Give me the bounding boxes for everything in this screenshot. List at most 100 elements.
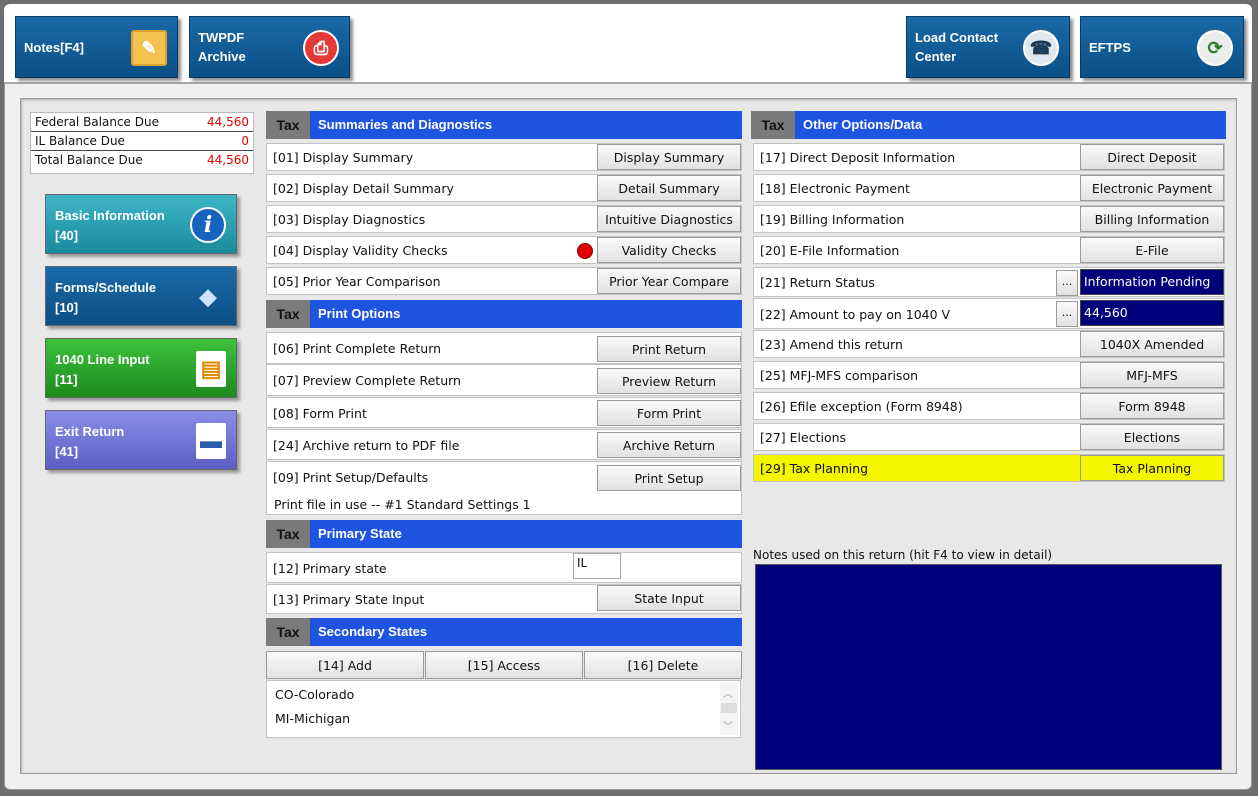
row-label: [19] Billing Information <box>760 212 905 227</box>
prior-year-compare-button[interactable]: Prior Year Compare <box>597 268 741 294</box>
row-label: [05] Prior Year Comparison <box>273 274 441 289</box>
notes-button[interactable]: Notes[F4] ✎ <box>15 16 178 78</box>
load-contact-center-button[interactable]: Load Contact Center ☎ <box>906 16 1070 78</box>
eftps-button[interactable]: EFTPS ⟳ <box>1080 16 1244 78</box>
side-button-label: Exit Return <box>55 424 125 439</box>
balance-value: 44,560 <box>207 115 249 129</box>
row-label: [13] Primary State Input <box>273 592 425 607</box>
side-button-label: Forms/Schedule <box>55 280 157 295</box>
section-title: Secondary States <box>318 624 428 639</box>
print-setup-button[interactable]: Print Setup <box>597 465 741 491</box>
balance-label: Total Balance Due <box>35 153 143 167</box>
balance-value: 44,560 <box>207 153 249 167</box>
side-button-code: [11] <box>55 372 78 387</box>
print-file-status: Print file in use -- #1 Standard Setting… <box>274 497 531 512</box>
1040x-amended-button[interactable]: 1040X Amended <box>1080 331 1224 357</box>
pdf-icon: ⎙ <box>303 30 339 66</box>
summaries-header: Tax Summaries and Diagnostics <box>266 111 742 139</box>
validity-checks-button[interactable]: Validity Checks <box>597 237 741 263</box>
other-row: [18] Electronic Payment Electronic Paymen… <box>753 174 1225 202</box>
tax-tag: Tax <box>266 300 310 328</box>
tax-tag: Tax <box>751 111 795 139</box>
basic-information-button[interactable]: Basic Information [40] i <box>45 194 237 254</box>
intuitive-diagnostics-button[interactable]: Intuitive Diagnostics <box>597 206 741 232</box>
electronic-payment-button[interactable]: Electronic Payment <box>1080 175 1224 201</box>
row-label: [20] E-File Information <box>760 243 900 258</box>
primary-state-field[interactable]: IL <box>573 553 621 579</box>
other-row: [23] Amend this return 1040X Amended <box>753 330 1225 358</box>
amount-to-pay-value: 44,560 <box>1080 300 1224 326</box>
list-item[interactable]: CO-Colorado <box>275 687 354 702</box>
side-button-code: [40] <box>55 228 79 243</box>
other-row: [20] E-File Information E-File <box>753 236 1225 264</box>
row-label: [02] Display Detail Summary <box>273 181 454 196</box>
display-summary-button[interactable]: Display Summary <box>597 144 741 170</box>
delete-state-button[interactable]: [16] Delete <box>584 651 742 679</box>
document-icon: ▤ <box>196 351 226 387</box>
elections-button[interactable]: Elections <box>1080 424 1224 450</box>
other-row: [17] Direct Deposit Information Direct De… <box>753 143 1225 171</box>
summary-row: [05] Prior Year Comparison Prior Year Com… <box>266 267 742 295</box>
access-state-button[interactable]: [15] Access <box>425 651 583 679</box>
secondary-states-list[interactable]: CO-Colorado MI-Michigan ︿ ﹀ <box>266 680 741 738</box>
mfj-mfs-button[interactable]: MFJ-MFS <box>1080 362 1224 388</box>
notes-button-label: Notes[F4] <box>24 39 84 55</box>
print-return-button[interactable]: Print Return <box>597 336 741 362</box>
row-label: [26] Efile exception (Form 8948) <box>760 399 963 414</box>
row-label: [23] Amend this return <box>760 337 903 352</box>
notes-display[interactable] <box>755 564 1222 770</box>
notepad-icon: ✎ <box>131 30 167 66</box>
row-label: [24] Archive return to PDF file <box>273 438 460 453</box>
add-state-button[interactable]: [14] Add <box>266 651 424 679</box>
line-input-button[interactable]: 1040 Line Input [11] ▤ <box>45 338 237 398</box>
print-row: [08] Form Print Form Print <box>266 397 742 428</box>
list-scrollbar[interactable]: ︿ ﹀ <box>720 683 738 735</box>
direct-deposit-button[interactable]: Direct Deposit <box>1080 144 1224 170</box>
state-input-row: [13] Primary State Input State Input <box>266 584 742 614</box>
scroll-thumb[interactable] <box>721 703 737 713</box>
efile-button[interactable]: E-File <box>1080 237 1224 263</box>
print-row: [07] Preview Complete Return Preview Retu… <box>266 364 742 396</box>
other-row: [22] Amount to pay on 1040 V... 44,560 <box>753 298 1225 329</box>
section-title: Summaries and Diagnostics <box>318 117 493 132</box>
billing-information-button[interactable]: Billing Information <box>1080 206 1224 232</box>
row-label: [07] Preview Complete Return <box>273 373 461 388</box>
section-title: Primary State <box>318 526 402 541</box>
print-row: [24] Archive return to PDF file Archive R… <box>266 429 742 460</box>
row-label: [08] Form Print <box>273 406 367 421</box>
form-print-button[interactable]: Form Print <box>597 400 741 426</box>
list-item[interactable]: MI-Michigan <box>275 711 350 726</box>
notes-label: Notes used on this return (hit F4 to vie… <box>753 548 1053 562</box>
form-8948-button[interactable]: Form 8948 <box>1080 393 1224 419</box>
other-options-header: Tax Other Options/Data <box>751 111 1226 139</box>
scroll-up-icon[interactable]: ︿ <box>723 685 733 700</box>
exit-return-button[interactable]: Exit Return [41] ▬ <box>45 410 237 470</box>
preview-return-button[interactable]: Preview Return <box>597 368 741 394</box>
side-button-label: 1040 Line Input <box>55 352 150 367</box>
row-label: [17] Direct Deposit Information <box>760 150 956 165</box>
detail-summary-button[interactable]: Detail Summary <box>597 175 741 201</box>
other-row: [25] MFJ-MFS comparison MFJ-MFS <box>753 361 1225 389</box>
balance-value: 0 <box>241 134 249 148</box>
state-input-button[interactable]: State Input <box>597 585 741 611</box>
other-row: [26] Efile exception (Form 8948) Form 894… <box>753 392 1225 420</box>
row-label: [03] Display Diagnostics <box>273 212 426 227</box>
summary-row: [03] Display Diagnostics Intuitive Diagno… <box>266 205 742 233</box>
forms-schedule-button[interactable]: Forms/Schedule [10] ◆ <box>45 266 237 326</box>
tax-tag: Tax <box>266 618 310 646</box>
twpdf-archive-button[interactable]: TWPDF Archive ⎙ <box>189 16 350 78</box>
load-contact-center-label: Load Contact Center <box>915 30 999 64</box>
tax-planning-button[interactable]: Tax Planning <box>1080 455 1224 481</box>
balance-row: IL Balance Due 0 <box>31 132 253 151</box>
return-status-ellipsis-button[interactable]: ... <box>1056 270 1078 296</box>
return-status-value: Information Pending <box>1080 269 1224 295</box>
balance-summary: Federal Balance Due 44,560 IL Balance Due… <box>30 112 254 174</box>
summary-row: [02] Display Detail Summary Detail Summar… <box>266 174 742 202</box>
balance-label: Federal Balance Due <box>35 115 159 129</box>
refresh-money-icon: ⟳ <box>1197 30 1233 66</box>
print-options-header: Tax Print Options <box>266 300 742 328</box>
amount-ellipsis-button[interactable]: ... <box>1056 301 1078 327</box>
scroll-down-icon[interactable]: ﹀ <box>723 718 733 733</box>
archive-return-button[interactable]: Archive Return <box>597 432 741 458</box>
secondary-states-header: Tax Secondary States <box>266 618 742 646</box>
